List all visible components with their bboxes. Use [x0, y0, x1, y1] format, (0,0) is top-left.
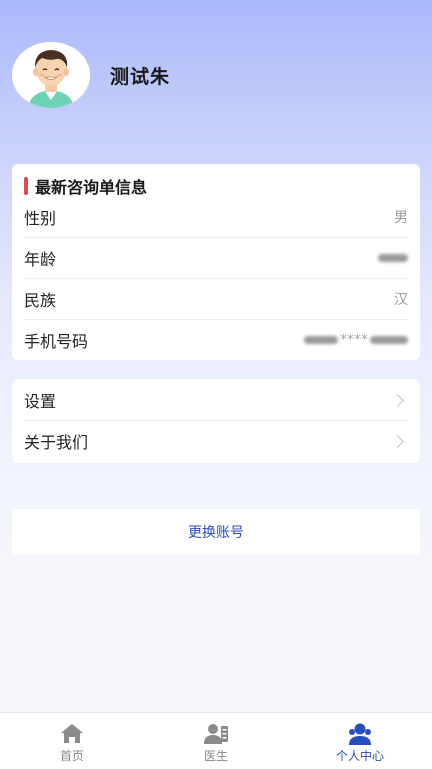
doctor-icon — [204, 724, 228, 744]
bottom-tab-bar: 首页 医生 个人中心 — [0, 712, 432, 769]
card-title: 最新咨询单信息 — [24, 176, 148, 197]
phone-mask: **** — [340, 332, 368, 348]
card-title-text: 最新咨询单信息 — [35, 178, 148, 197]
info-value-redacted — [378, 250, 408, 266]
info-label: 年龄 — [24, 250, 57, 269]
menu-card: 设置 关于我们 — [12, 379, 420, 463]
switch-account-button[interactable]: 更换账号 — [12, 509, 420, 555]
tab-home[interactable]: 首页 — [0, 713, 144, 769]
info-label: 性别 — [24, 209, 57, 228]
home-icon — [61, 724, 83, 743]
info-value: 男 — [394, 210, 408, 226]
menu-item-about-us[interactable]: 关于我们 — [24, 421, 408, 461]
info-value-phone: **** — [304, 332, 408, 348]
tab-label: 个人中心 — [335, 749, 384, 763]
title-accent-bar — [24, 177, 28, 195]
info-row-ethnicity: 民族 汉 — [24, 279, 408, 320]
info-row-phone: 手机号码 **** — [24, 320, 408, 360]
menu-item-label: 关于我们 — [24, 433, 89, 452]
info-row-age: 年龄 — [24, 238, 408, 279]
menu-item-label: 设置 — [24, 392, 57, 411]
chevron-right-icon — [391, 434, 404, 448]
avatar[interactable] — [12, 42, 90, 108]
info-label: 手机号码 — [24, 332, 89, 351]
tab-doctor[interactable]: 医生 — [144, 713, 288, 769]
user-name: 测试朱 — [110, 66, 171, 88]
consultation-info-card: 最新咨询单信息 性别 男 年龄 民族 汉 手机号码 **** — [12, 164, 420, 360]
profile-header: 测试朱 — [12, 42, 412, 108]
user-icon — [349, 723, 371, 745]
tab-label: 医生 — [203, 749, 228, 763]
info-value: 汉 — [394, 292, 408, 308]
redacted-mark — [304, 336, 338, 344]
chevron-right-icon — [391, 393, 404, 407]
menu-item-settings[interactable]: 设置 — [24, 380, 408, 421]
info-row-gender: 性别 男 — [24, 197, 408, 238]
info-label: 民族 — [24, 291, 57, 310]
tab-personal-center[interactable]: 个人中心 — [288, 713, 432, 769]
tab-label: 首页 — [59, 749, 84, 763]
redacted-mark — [370, 336, 408, 344]
redacted-mark — [378, 254, 408, 262]
